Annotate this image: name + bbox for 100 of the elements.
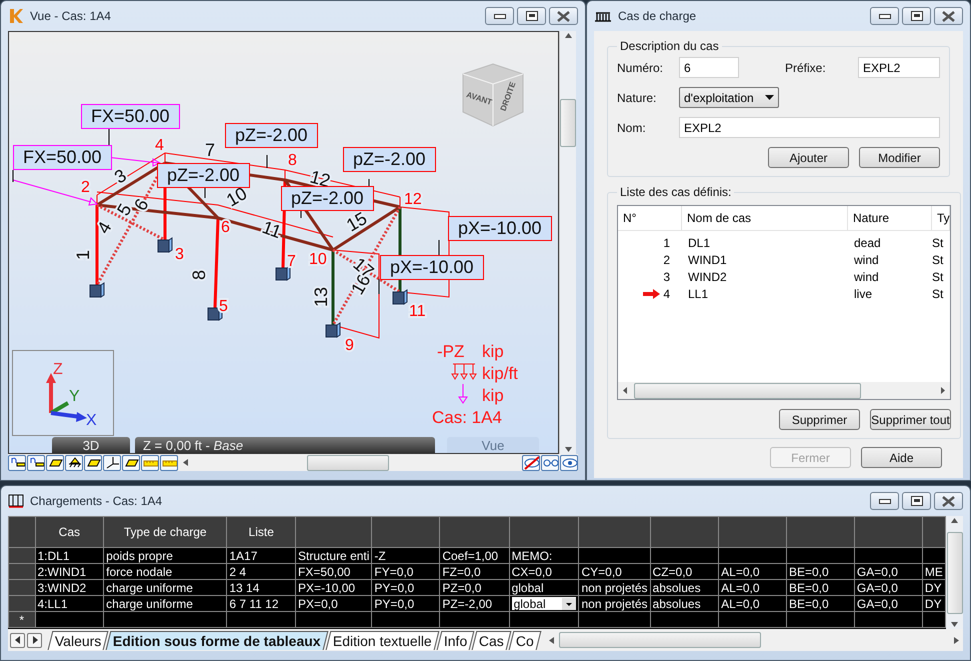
horizontal-scrollbar[interactable]	[618, 382, 950, 399]
list-cell-text: St	[932, 286, 944, 300]
toolbar-button[interactable]	[122, 454, 140, 470]
view-mode-button[interactable]: 3D	[52, 437, 130, 453]
toolbar-button[interactable]	[27, 454, 45, 470]
column-header[interactable]: Liste	[226, 516, 296, 548]
column-header[interactable]: Nature	[848, 206, 932, 230]
toolbar-button[interactable]	[65, 454, 83, 470]
scrollbar-thumb[interactable]	[559, 632, 762, 648]
cell-dropdown[interactable]: global	[512, 597, 576, 610]
close-button[interactable]	[934, 7, 963, 25]
list-row[interactable]: 3 WIND2 wind St	[618, 268, 950, 285]
group-title: Description du cas	[619, 39, 720, 53]
table-cell: charge uniforme	[104, 596, 227, 612]
toolbar-button[interactable]	[560, 454, 578, 470]
axis-label: Y	[69, 388, 80, 405]
scroll-right-icon[interactable]	[940, 386, 946, 395]
column-header[interactable]: N°	[618, 206, 682, 230]
scrollbar-thumb[interactable]	[634, 382, 861, 398]
tab[interactable]: Co	[508, 630, 542, 650]
eye-crossed-icon	[523, 455, 539, 470]
dialog-button[interactable]: Supprimer tout	[870, 409, 951, 430]
list-cell-text: WIND1	[687, 252, 728, 266]
minimize-icon	[878, 14, 890, 18]
list-cell-text: St	[932, 236, 944, 250]
legend-unit: kip	[482, 342, 504, 362]
table-cell: GA=0,0	[854, 580, 922, 596]
scrollbar-thumb[interactable]	[946, 532, 962, 614]
toolbar-button[interactable]	[8, 454, 26, 470]
work-plane-bar[interactable]: Z = 0,00 ft - Base	[135, 437, 435, 453]
left-triangle-icon	[14, 636, 20, 644]
maximize-button[interactable]	[902, 492, 931, 510]
tab[interactable]: Valeurs	[48, 630, 109, 650]
node-number: 7	[287, 253, 296, 270]
vertical-scrollbar[interactable]	[946, 516, 963, 629]
member-number: 4	[93, 218, 116, 237]
tab-scroll-left-button[interactable]	[10, 632, 25, 648]
minimize-button[interactable]	[870, 7, 899, 25]
scroll-left-icon[interactable]	[182, 458, 189, 467]
list-row[interactable]: 1 DL1 dead St	[618, 234, 950, 251]
toolbar-button[interactable]	[46, 454, 64, 470]
axis-label: Z	[53, 361, 63, 378]
prefix-field[interactable]: EXPL2	[858, 57, 940, 78]
view-cube-face[interactable]: AVANT	[465, 90, 494, 107]
load-label: FX=50.00	[13, 145, 112, 170]
scroll-up-icon[interactable]	[950, 516, 959, 525]
tab-scroll-right-button[interactable]	[27, 632, 42, 648]
table-cell: non projetés	[578, 596, 650, 612]
column-header[interactable]: Nom de cas	[682, 206, 848, 230]
toolbar-button[interactable]	[522, 454, 540, 470]
toolbar-button[interactable]	[103, 454, 121, 470]
toolbar-button[interactable]	[84, 454, 102, 470]
dialog-button[interactable]: Ajouter	[768, 147, 849, 168]
column-header[interactable]: Cas	[35, 516, 104, 548]
list-row[interactable]: 4 LL1 live St	[618, 285, 950, 302]
scroll-left-icon[interactable]	[548, 636, 556, 644]
tab[interactable]: Info	[436, 630, 475, 650]
table-cell: PX=-10,00	[296, 580, 372, 596]
table-cell: absolues	[650, 596, 719, 612]
column-header[interactable]: Type de charge	[104, 516, 227, 548]
list-cell: 3	[663, 270, 670, 284]
scroll-up-icon[interactable]	[564, 31, 572, 40]
tab[interactable]: Edition sous forme de tableaux	[106, 630, 328, 650]
scroll-left-icon[interactable]	[622, 386, 628, 395]
nature-dropdown[interactable]: d'exploitation	[679, 87, 779, 108]
dialog-button[interactable]: Aide	[861, 447, 942, 468]
table-cell: AL=0,0	[718, 564, 786, 580]
maximize-button[interactable]	[517, 7, 546, 25]
minimize-button[interactable]	[485, 7, 514, 25]
load-label: pX=-10.00	[448, 216, 552, 241]
list-cell-text: St	[932, 270, 944, 284]
toolbar-button[interactable]	[541, 454, 559, 470]
axes-icon	[104, 455, 120, 470]
load-label: pZ=-2.00	[157, 163, 250, 188]
dialog-button[interactable]: Supprimer	[779, 409, 860, 430]
member-number: 7	[205, 140, 216, 160]
maximize-icon	[526, 11, 538, 21]
name-field[interactable]: EXPL2	[679, 117, 940, 138]
table-cell: PZ=0,0	[440, 580, 510, 596]
close-icon	[942, 496, 955, 506]
scrollbar-thumb[interactable]	[307, 454, 389, 470]
maximize-icon	[910, 496, 922, 506]
dialog-button[interactable]: Modifier	[859, 147, 940, 168]
number-field[interactable]: 6	[679, 57, 739, 78]
close-button[interactable]	[934, 492, 963, 510]
minimize-icon	[878, 498, 890, 504]
maximize-button[interactable]	[902, 7, 931, 25]
close-button[interactable]	[549, 7, 578, 25]
scrollbar-thumb[interactable]	[560, 99, 576, 147]
list-row[interactable]: 2 WIND1 wind St	[618, 251, 950, 268]
tab[interactable]: Cas	[472, 630, 512, 650]
list-cell-text: wind	[853, 252, 880, 266]
member-number: 11	[260, 216, 284, 242]
table-cell: 4:LL1	[35, 596, 104, 612]
table-cell: AL=0,0	[718, 580, 786, 596]
tab[interactable]: Edition textuelle	[326, 630, 440, 650]
minimize-button[interactable]	[870, 492, 899, 510]
scroll-right-icon[interactable]	[953, 636, 960, 644]
vertical-scrollbar[interactable]	[559, 31, 576, 454]
column-header[interactable]: Ty	[932, 206, 950, 230]
